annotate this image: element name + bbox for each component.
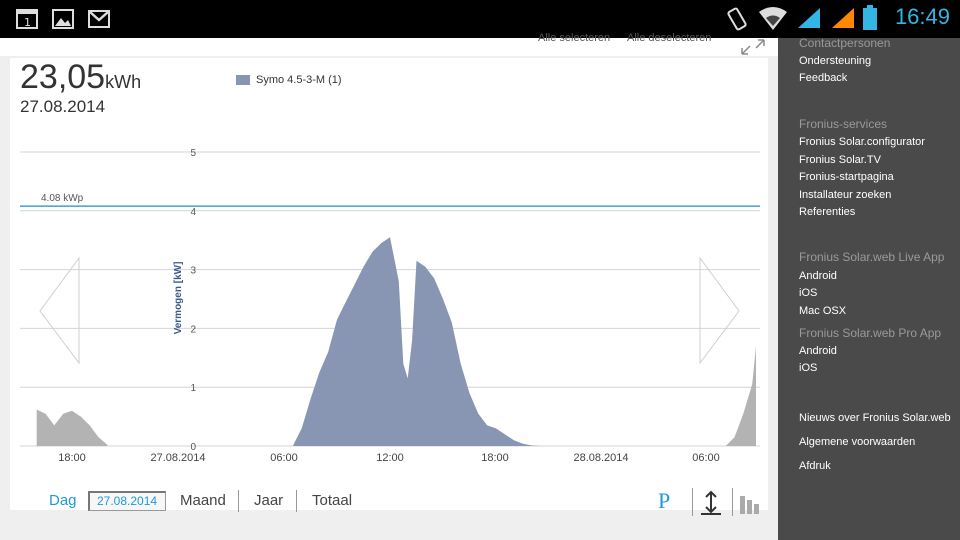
bar-chart-icon[interactable] bbox=[738, 490, 764, 516]
next-day-area bbox=[725, 346, 756, 446]
divider bbox=[296, 490, 297, 512]
x-tick-label: 12:00 bbox=[376, 452, 404, 464]
vertical-scale-icon[interactable] bbox=[698, 490, 724, 516]
y-tick-label: 5 bbox=[190, 148, 196, 159]
peak-power-label: 4.08 kWp bbox=[41, 193, 84, 204]
signal-icon bbox=[832, 8, 854, 28]
battery-icon bbox=[863, 5, 877, 30]
divider bbox=[238, 490, 239, 512]
sidebar-item-feedback[interactable]: Feedback bbox=[799, 72, 847, 84]
y-tick-label: 2 bbox=[190, 324, 196, 335]
series-area bbox=[292, 237, 541, 446]
chart-areas bbox=[36, 237, 756, 446]
clock: 16:49 bbox=[894, 4, 950, 29]
sidebar-item-startpage[interactable]: Fronius-startpagina bbox=[799, 171, 894, 183]
sidebar-item-solar-tv[interactable]: Fronius Solar.TV bbox=[799, 154, 881, 166]
previous-day-area bbox=[36, 409, 108, 446]
tab-month[interactable]: Maand bbox=[180, 492, 226, 509]
x-tick-label: 28.08.2014 bbox=[573, 452, 628, 464]
sidebar-section-live-app: Fronius Solar.web Live App bbox=[799, 250, 945, 264]
sidebar-item-print[interactable]: Afdruk bbox=[799, 460, 831, 472]
x-tick-label: 06:00 bbox=[270, 452, 298, 464]
sidebar-item-live-ios[interactable]: iOS bbox=[799, 287, 817, 299]
sidebar-item-support[interactable]: Ondersteuning bbox=[799, 55, 871, 67]
sidebar-item-news[interactable]: Nieuws over Fronius Solar.web bbox=[799, 412, 951, 424]
y-tick-label: 4 bbox=[190, 207, 196, 218]
power-chart: 012345Vermogen [kW]4.08 kWp18:00 27.08.20… bbox=[20, 148, 760, 464]
tab-day[interactable]: Dag bbox=[49, 492, 77, 509]
date-input[interactable]: 27.08.2014 bbox=[88, 491, 166, 511]
next-day-arrow[interactable] bbox=[699, 256, 740, 365]
sidebar-item-contacts[interactable]: Contactpersonen bbox=[799, 36, 890, 50]
sidebar-item-live-macosx[interactable]: Mac OSX bbox=[799, 305, 846, 317]
tab-total[interactable]: Totaal bbox=[312, 492, 352, 509]
sidebar-section-pro-app: Fronius Solar.web Pro App bbox=[799, 326, 942, 340]
sidebar-item-references[interactable]: Referenties bbox=[799, 206, 855, 218]
previous-day-arrow[interactable] bbox=[39, 256, 80, 365]
power-view-button[interactable]: P bbox=[658, 488, 670, 514]
sidebar-item-find-installer[interactable]: Installateur zoeken bbox=[799, 189, 891, 201]
signal-icon bbox=[798, 8, 820, 28]
y-tick-label: 1 bbox=[190, 383, 196, 394]
divider bbox=[692, 488, 693, 516]
sidebar-item-pro-android[interactable]: Android bbox=[799, 345, 837, 357]
x-tick-label: 27.08.2014 bbox=[150, 452, 205, 464]
sidebar-item-configurator[interactable]: Fronius Solar.configurator bbox=[799, 136, 925, 148]
x-tick-label: 18:00 bbox=[481, 452, 509, 464]
sidebar-item-pro-ios[interactable]: iOS bbox=[799, 362, 817, 374]
sidebar-item-live-android[interactable]: Android bbox=[799, 270, 837, 282]
tab-year[interactable]: Jaar bbox=[254, 492, 283, 509]
x-tick-label: 06:00 bbox=[692, 452, 720, 464]
x-tick-label: 18:00 bbox=[58, 452, 86, 464]
sidebar: Contactpersonen Ondersteuning Feedback F… bbox=[778, 36, 960, 540]
sidebar-section-services: Fronius-services bbox=[799, 117, 888, 131]
sidebar-item-terms[interactable]: Algemene voorwaarden bbox=[799, 436, 915, 448]
y-tick-label: 3 bbox=[190, 266, 196, 277]
divider bbox=[732, 488, 733, 516]
y-axis-label: Vermogen [kW] bbox=[173, 262, 184, 335]
period-controls: Dag 27.08.2014 Maand Jaar Totaal P bbox=[0, 486, 778, 526]
